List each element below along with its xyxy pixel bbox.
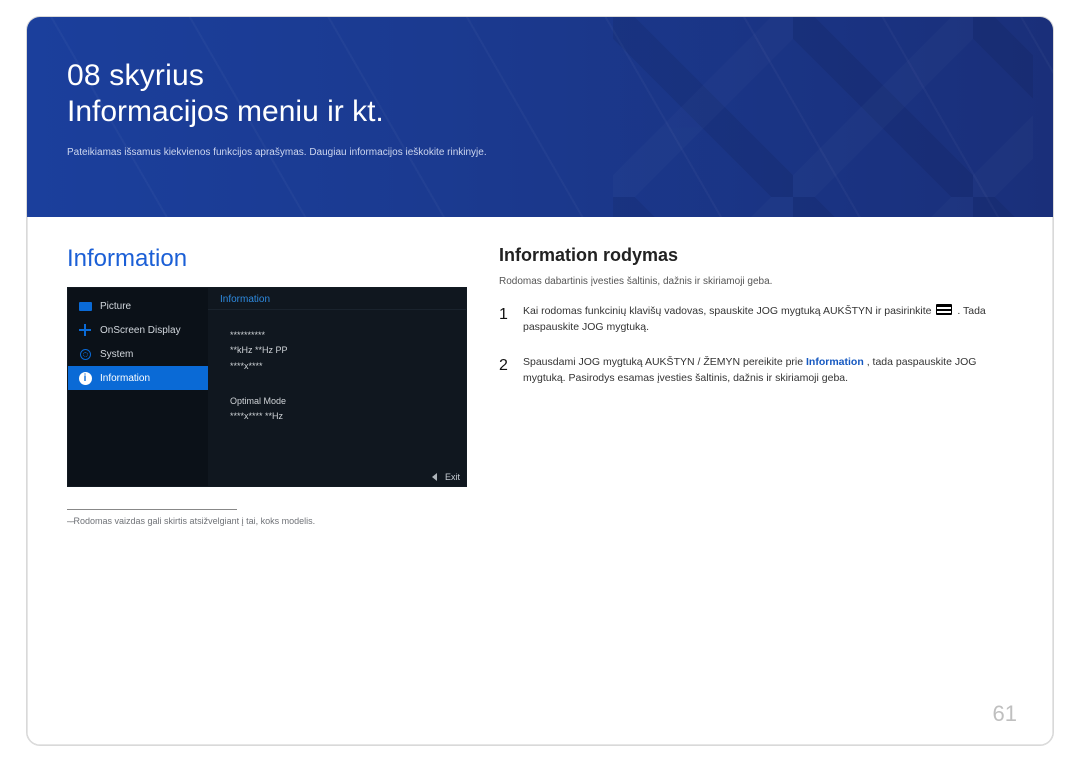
osd-panel-title: Information xyxy=(208,288,466,310)
osd-menu-label: Information xyxy=(100,373,150,384)
osd-panel: Information ********** **kHz **Hz PP ***… xyxy=(208,288,466,486)
left-column: Information Picture OnScreen Display Sys… xyxy=(67,245,467,526)
osd-footer: Exit xyxy=(432,472,460,482)
osd-info-line: ****x**** xyxy=(230,359,444,374)
step-highlight: Information xyxy=(806,356,864,368)
step-number: 1 xyxy=(499,303,513,336)
osd-menu-picture: Picture xyxy=(68,294,208,318)
step-text-part: Spausdami JOG mygtuką AUKŠTYN / ŽEMYN pe… xyxy=(523,356,806,368)
crosshair-icon xyxy=(78,323,92,337)
osd-info-line: ********** xyxy=(230,328,444,343)
osd-info-line: **kHz **Hz PP xyxy=(230,343,444,358)
osd-menu: Picture OnScreen Display System i Inform… xyxy=(68,288,208,486)
step-text: Kai rodomas funkcinių klavišų vadovas, s… xyxy=(523,303,1013,336)
osd-menu-onscreen-display: OnScreen Display xyxy=(68,318,208,342)
footnote-text: Rodomas vaizdas gali skirtis atsižvelgia… xyxy=(67,516,467,526)
step-text-part: Kai rodomas funkcinių klavišų vadovas, s… xyxy=(523,305,934,317)
osd-menu-system: System xyxy=(68,342,208,366)
osd-info-line: Optimal Mode xyxy=(230,394,444,409)
monitor-icon xyxy=(78,299,92,313)
osd-menu-label: Picture xyxy=(100,301,131,312)
step-1: 1 Kai rodomas funkcinių klavišų vadovas,… xyxy=(499,303,1013,336)
osd-menu-label: System xyxy=(100,349,133,360)
gear-icon xyxy=(78,347,92,361)
info-icon: i xyxy=(78,371,92,385)
subsection-heading: Information rodymas xyxy=(499,245,1013,266)
content-area: Information Picture OnScreen Display Sys… xyxy=(27,217,1053,526)
right-column: Information rodymas Rodomas dabartinis į… xyxy=(499,245,1013,526)
step-2: 2 Spausdami JOG mygtuką AUKŠTYN / ŽEMYN … xyxy=(499,354,1013,387)
menu-icon xyxy=(936,304,952,315)
banner-decoration xyxy=(613,17,1033,217)
triangle-left-icon xyxy=(432,473,437,481)
footnote-divider xyxy=(67,509,237,510)
osd-info-line: ****x**** **Hz xyxy=(230,409,444,424)
osd-panel-body: ********** **kHz **Hz PP ****x**** Optim… xyxy=(208,310,466,424)
chapter-banner: 08 skyrius Informacijos meniu ir kt. Pat… xyxy=(27,17,1053,217)
osd-menu-label: OnScreen Display xyxy=(100,325,181,336)
osd-exit-label: Exit xyxy=(445,472,460,482)
page-frame: 08 skyrius Informacijos meniu ir kt. Pat… xyxy=(26,16,1054,746)
section-heading-information: Information xyxy=(67,245,467,273)
step-number: 2 xyxy=(499,354,513,387)
subsection-description: Rodomas dabartinis įvesties šaltinis, da… xyxy=(499,276,1013,287)
osd-menu-information: i Information xyxy=(68,366,208,390)
osd-screenshot: Picture OnScreen Display System i Inform… xyxy=(67,287,467,487)
step-text: Spausdami JOG mygtuką AUKŠTYN / ŽEMYN pe… xyxy=(523,354,1013,387)
page-number: 61 xyxy=(993,701,1017,727)
